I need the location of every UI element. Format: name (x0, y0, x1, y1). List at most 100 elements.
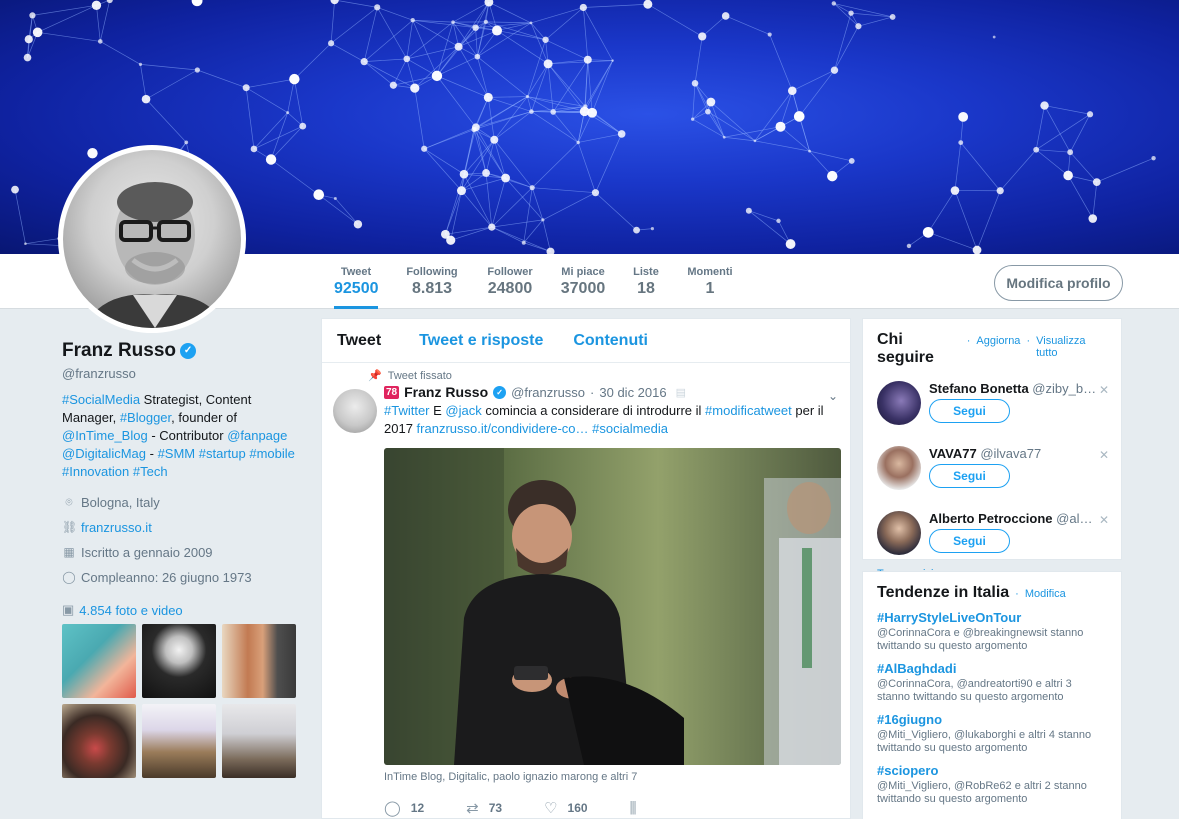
bio-segment-link[interactable]: #mobile (249, 446, 295, 461)
retweet-button[interactable]: ⇄ 73 (466, 799, 502, 817)
suggestion-name-row[interactable]: Stefano Bonetta @ziby_b… (929, 381, 1107, 396)
tagged-users[interactable]: InTime Blog, Digitalic, paolo ignazio ma… (384, 771, 838, 783)
network-node (242, 84, 250, 92)
trends-edit-link[interactable]: Modifica (1025, 588, 1066, 600)
network-node (472, 24, 479, 31)
website-link[interactable]: franzrusso.it (81, 520, 152, 535)
stat-tweets[interactable]: Tweet 92500 (334, 254, 379, 309)
media-thumbnail[interactable] (62, 704, 136, 778)
refresh-link[interactable]: Aggiorna (976, 335, 1020, 347)
tweet-text: #Twitter E @jack comincia a considerare … (384, 402, 838, 438)
link-icon: ⛓ (62, 520, 78, 534)
bio-segment-link[interactable]: #SocialMedia (62, 392, 140, 407)
bio-segment-link[interactable]: @DigitalicMag (62, 446, 146, 461)
network-node (184, 140, 189, 145)
tab-tweets-replies[interactable]: Tweet e risposte (404, 332, 558, 350)
tweet-segment-link[interactable]: @jack (445, 403, 481, 418)
like-button[interactable]: ♡ 160 (544, 799, 587, 817)
suggestion-item: VAVA77 @ilvava77 Segui ✕ (877, 444, 1109, 501)
bio-segment-link[interactable]: @InTime_Blog (62, 428, 148, 443)
network-node (529, 185, 535, 191)
profile-website[interactable]: ⛓ franzrusso.it (62, 518, 302, 536)
trend-item[interactable]: #16giugno @Miti_Vigliero, @lukaborghi e … (877, 712, 1107, 755)
network-node (785, 239, 796, 249)
tab-media[interactable]: Contenuti (558, 332, 663, 350)
bio-segment-link[interactable]: #SMM (158, 446, 196, 461)
profile-birthday: ◯ Compleanno: 26 giugno 1973 (62, 568, 302, 586)
network-node (483, 19, 488, 24)
bio-segment-link[interactable]: #Blogger (120, 410, 171, 425)
follow-button[interactable]: Segui (929, 464, 1010, 488)
suggestion-avatar[interactable] (877, 446, 921, 490)
network-node (265, 154, 277, 165)
stat-likes[interactable]: Mi piace 37000 (559, 254, 607, 309)
trend-hashtag[interactable]: #sciopero (877, 763, 1107, 778)
trend-item[interactable]: #HarryStyleLiveOnTour @CorinnaCora e @br… (877, 610, 1107, 653)
tweet-author-handle[interactable]: @franzrusso (511, 385, 585, 400)
image-icon: ▣ (62, 602, 75, 617)
trend-item[interactable]: #AlBaghdadi @CorinnaCora, @andreatorti90… (877, 661, 1107, 704)
stat-value: 37000 (560, 280, 606, 297)
stat-lists[interactable]: Liste 18 (632, 254, 660, 309)
network-node (441, 229, 450, 239)
view-all-link[interactable]: Visualizza tutto (1036, 335, 1107, 359)
stat-moments[interactable]: Momenti 1 (686, 254, 734, 309)
edit-profile-button[interactable]: Modifica profilo (994, 265, 1123, 301)
photos-videos-link[interactable]: ▣ 4.854 foto e video (62, 602, 302, 618)
trend-hashtag[interactable]: #HarryStyleLiveOnTour (877, 610, 1107, 625)
tweet-date[interactable]: 30 dic 2016 (599, 385, 666, 400)
bio-segment-link[interactable]: #startup (199, 446, 246, 461)
stat-value: 1 (705, 280, 715, 297)
tweet-segment-link[interactable]: #Twitter (384, 403, 430, 418)
tweet-author-name[interactable]: Franz Russo (404, 384, 488, 400)
network-node (403, 55, 411, 63)
pin-icon: 📌 (368, 370, 382, 382)
media-thumbnail[interactable] (62, 624, 136, 698)
bio-segment-link[interactable]: #Innovation (62, 464, 129, 479)
reply-button[interactable]: ◯ 12 (384, 799, 424, 817)
tweet-image[interactable] (384, 448, 841, 765)
media-thumbnail[interactable] (142, 704, 216, 778)
media-thumbnail[interactable] (142, 624, 216, 698)
trend-hashtag[interactable]: #AlBaghdadi (877, 661, 1107, 676)
tweet-author-avatar[interactable] (333, 389, 377, 433)
network-node (330, 0, 339, 5)
network-node (488, 223, 496, 231)
chevron-down-icon[interactable]: ⌄ (828, 389, 838, 403)
photos-videos-label[interactable]: 4.854 foto e video (79, 603, 182, 618)
calendar-icon: ▦ (63, 545, 75, 559)
media-thumbnail[interactable] (222, 704, 296, 778)
close-icon[interactable]: ✕ (1099, 448, 1109, 462)
profile-avatar[interactable] (58, 145, 246, 333)
network-node (775, 121, 786, 132)
tweet-segment-link[interactable]: franzrusso.it/condividere-co… (417, 421, 589, 436)
network-node (11, 185, 19, 194)
tweet-segment-link[interactable]: #modificatweet (705, 403, 792, 418)
tab-tweets[interactable]: Tweet (322, 332, 396, 350)
stat-following[interactable]: Following 8.813 (405, 254, 459, 309)
suggestion-name-row[interactable]: Alberto Petroccione @al… (929, 511, 1107, 526)
suggestion-name-row[interactable]: VAVA77 @ilvava77 (929, 446, 1107, 461)
suggestion-avatar[interactable] (877, 381, 921, 425)
tweet-segment-link[interactable]: #socialmedia (592, 421, 668, 436)
trend-hashtag[interactable]: #16giugno (877, 712, 1107, 727)
bio-segment-link[interactable]: @fanpage (227, 428, 287, 443)
follow-button[interactable]: Segui (929, 529, 1010, 553)
trend-item[interactable]: #sciopero @Miti_Vigliero, @RobRe62 e alt… (877, 763, 1107, 806)
suggestion-avatar[interactable] (877, 511, 921, 555)
tweet-header: 78 Franz Russo ✓ @franzrusso · 30 dic 20… (384, 384, 687, 400)
media-thumbnail[interactable] (222, 624, 296, 698)
network-node (29, 12, 36, 19)
pinned-tweet[interactable]: 📌 Tweet fissato ⌄ 78 Franz Russo ✓ @fran… (322, 363, 850, 817)
close-icon[interactable]: ✕ (1099, 513, 1109, 527)
network-node (23, 53, 32, 62)
stat-followers[interactable]: Follower 24800 (485, 254, 535, 309)
balloon-icon: ◯ (62, 570, 76, 584)
retweet-icon: ⇄ (466, 800, 479, 817)
bio-segment-link[interactable]: #Tech (133, 464, 168, 479)
close-icon[interactable]: ✕ (1099, 383, 1109, 397)
network-node (753, 139, 757, 143)
follow-button[interactable]: Segui (929, 399, 1010, 423)
analytics-button[interactable]: ⫼ (630, 800, 637, 817)
stat-label: Tweet (340, 266, 372, 278)
